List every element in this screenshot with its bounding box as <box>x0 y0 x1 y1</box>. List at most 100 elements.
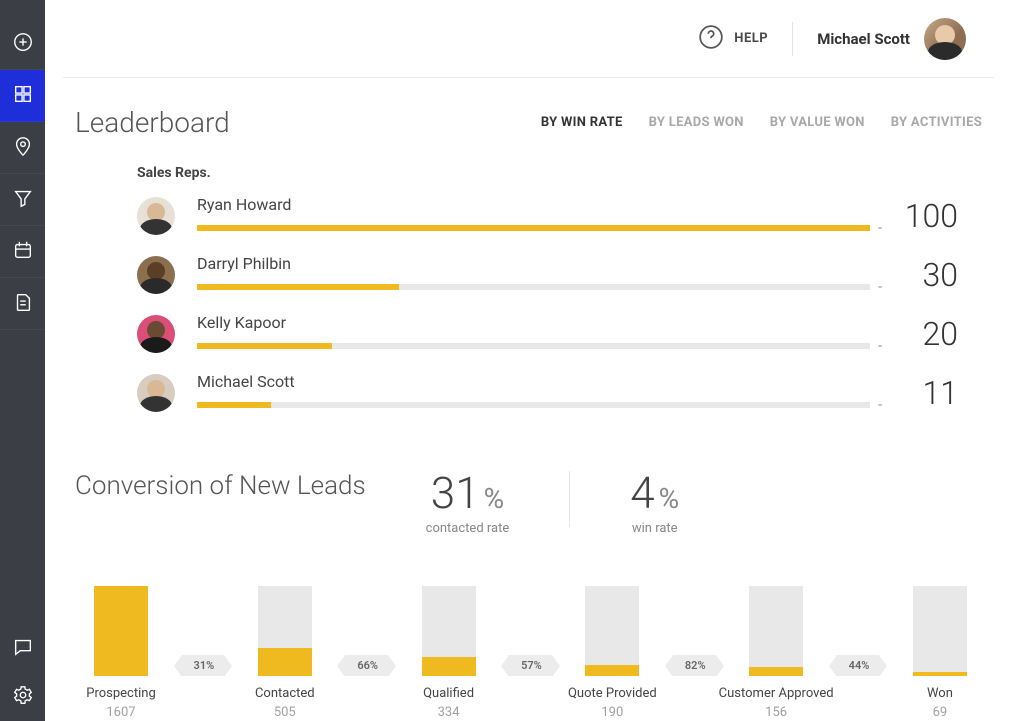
funnel-stage: Qualified 334 <box>417 586 481 720</box>
plus-circle-icon <box>12 31 34 57</box>
funnel-arrow: 44% <box>837 655 880 676</box>
rep-bar-fill <box>197 225 870 231</box>
sidebar-item-calendar[interactable] <box>0 226 45 278</box>
rep-name: Darryl Philbin <box>197 254 882 273</box>
funnel-stage: Customer Approved 156 <box>744 586 808 720</box>
rep-value: 30 <box>894 256 958 294</box>
funnel-stage: Contacted 505 <box>253 586 317 720</box>
contacted-rate-label: contacted rate <box>426 521 510 536</box>
arrow-label: 82% <box>673 655 716 676</box>
rep-bar-track <box>197 402 870 408</box>
stage-label: Contacted <box>255 686 315 701</box>
rep-dash: - <box>878 397 882 413</box>
help-label: HELP <box>734 31 768 46</box>
user-name: Michael Scott <box>817 30 910 48</box>
win-rate-metric: 4% win rate <box>630 471 679 536</box>
stage-bar <box>422 586 476 676</box>
win-rate-label: win rate <box>630 521 679 536</box>
sidebar-item-location[interactable] <box>0 122 45 174</box>
rep-bar-track <box>197 284 870 290</box>
header-divider <box>792 22 793 56</box>
rep-row: Kelly Kapoor - 20 <box>137 313 958 354</box>
rep-dash: - <box>878 220 882 236</box>
funnel-arrow: 66% <box>345 655 388 676</box>
rep-avatar <box>137 315 175 353</box>
sidebar-item-filter[interactable] <box>0 174 45 226</box>
rep-dash: - <box>878 338 882 354</box>
leaderboard-section: Leaderboard BY WIN RATE BY LEADS WON BY … <box>45 78 1012 431</box>
funnel-arrow: 82% <box>673 655 716 676</box>
funnel-stage: Quote Provided 190 <box>580 586 644 720</box>
tab-value-won[interactable]: BY VALUE WON <box>770 115 865 130</box>
funnel-arrow: 31% <box>182 655 225 676</box>
arrow-label: 57% <box>509 655 552 676</box>
rep-dash: - <box>878 279 882 295</box>
stage-fill <box>422 657 476 676</box>
rep-avatar <box>137 197 175 235</box>
sidebar-item-add[interactable] <box>0 18 45 70</box>
stage-bar <box>749 586 803 676</box>
conversion-section: Conversion of New Leads 31% contacted ra… <box>45 431 1012 720</box>
tab-win-rate[interactable]: BY WIN RATE <box>541 115 623 130</box>
stage-bar <box>94 586 148 676</box>
stage-fill <box>94 586 148 676</box>
stage-label: Quote Provided <box>568 686 657 701</box>
stage-count: 1607 <box>106 705 135 720</box>
sidebar-item-chat[interactable] <box>0 625 45 673</box>
stage-fill <box>585 665 639 676</box>
rep-bar-fill <box>197 402 271 408</box>
pct-symbol: % <box>659 482 680 515</box>
rep-row: Michael Scott - 11 <box>137 372 958 413</box>
contacted-rate-value: 31 <box>431 467 480 519</box>
stage-count: 156 <box>765 705 787 720</box>
filter-icon <box>12 187 34 213</box>
tab-activities[interactable]: BY ACTIVITIES <box>891 115 982 130</box>
stage-count: 505 <box>274 705 296 720</box>
rep-bar-track <box>197 225 870 231</box>
sidebar-item-settings[interactable] <box>0 673 45 721</box>
top-header: HELP Michael Scott <box>63 0 994 78</box>
rep-bar-fill <box>197 284 399 290</box>
gear-icon <box>12 684 34 710</box>
sidebar-item-document[interactable] <box>0 278 45 330</box>
arrow-label: 31% <box>182 655 225 676</box>
rep-name: Michael Scott <box>197 372 882 391</box>
stage-label: Prospecting <box>86 686 156 701</box>
chat-icon <box>12 636 34 662</box>
arrow-label: 44% <box>837 655 880 676</box>
user-menu[interactable]: Michael Scott <box>817 18 966 60</box>
rep-value: 100 <box>894 197 958 235</box>
funnel-arrow: 57% <box>509 655 552 676</box>
rep-bar-track <box>197 343 870 349</box>
rep-name: Ryan Howard <box>197 195 882 214</box>
pct-symbol: % <box>484 482 505 515</box>
reps-header: Sales Reps. <box>137 165 982 181</box>
contacted-rate-metric: 31% contacted rate <box>426 471 510 536</box>
document-icon <box>12 291 34 317</box>
leaderboard-title: Leaderboard <box>75 106 230 139</box>
rep-row: Ryan Howard - 100 <box>137 195 958 236</box>
help-button[interactable]: HELP <box>698 24 768 54</box>
funnel-chart: Prospecting 1607 31% Contacted 505 66% Q… <box>75 536 982 720</box>
leaderboard-tabs: BY WIN RATE BY LEADS WON BY VALUE WON BY… <box>541 115 982 130</box>
stage-count: 334 <box>438 705 460 720</box>
stage-bar <box>913 586 967 676</box>
stage-label: Customer Approved <box>719 686 834 701</box>
metric-divider <box>569 471 570 527</box>
arrow-label: 66% <box>345 655 388 676</box>
help-icon <box>698 24 724 54</box>
funnel-stage: Won 69 <box>908 586 972 720</box>
sidebar <box>0 0 45 721</box>
rep-avatar <box>137 374 175 412</box>
tab-leads-won[interactable]: BY LEADS WON <box>649 115 744 130</box>
grid-icon <box>12 83 34 109</box>
stage-fill <box>258 648 312 676</box>
stage-label: Won <box>927 686 953 701</box>
rep-value: 11 <box>894 374 958 412</box>
rep-value: 20 <box>894 315 958 353</box>
rep-avatar <box>137 256 175 294</box>
calendar-icon <box>12 239 34 265</box>
sidebar-item-dashboard[interactable] <box>0 70 45 122</box>
win-rate-value: 4 <box>630 467 654 519</box>
rep-name: Kelly Kapoor <box>197 313 882 332</box>
